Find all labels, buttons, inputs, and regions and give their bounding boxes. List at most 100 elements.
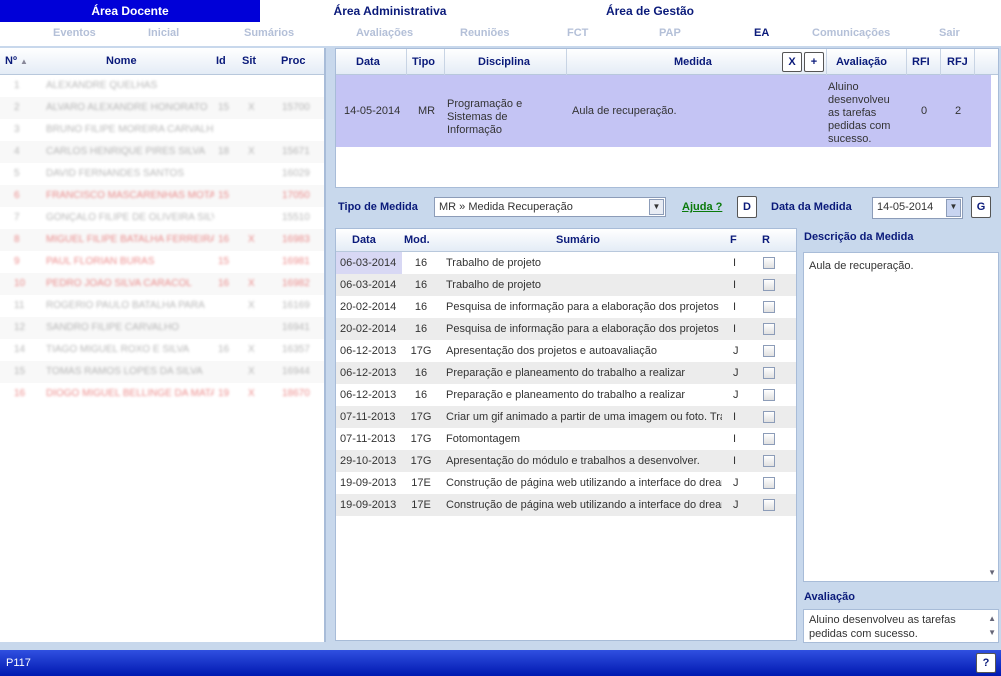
nav-eventos[interactable]: Eventos [53,27,96,39]
student-proc: 17050 [282,190,310,201]
col-avaliacao-header: Avaliação [836,56,887,68]
student-row[interactable]: 9 PAUL FLORIAN BURAS 15 16981 [0,251,324,273]
summary-row[interactable]: 06-12-2013 16 Preparação e planeamento do … [336,384,796,406]
student-row[interactable]: 1 ALEXANDRE QUELHAS [0,75,324,97]
student-sit: X [248,146,255,157]
student-row[interactable]: 4 CARLOS HENRIQUE PIRES SILVA 18 X 15671 [0,141,324,163]
add-measure-button[interactable]: + [804,52,824,72]
summary-row[interactable]: 20-02-2014 16 Pesquisa de informação para … [336,296,796,318]
summary-sumario: Apresentação dos projetos e autoavaliaçã… [446,345,657,357]
nav-sumarios[interactable]: Sumários [244,27,294,39]
calendar-dropdown-icon[interactable]: ▼ [946,199,961,217]
student-row[interactable]: 8 MIGUEL FILIPE BATALHA FERREIRA 16 X 16983 [0,229,324,251]
summary-r-checkbox[interactable] [763,279,775,291]
student-name: ROGÉRIO PAULO BATALHA PARA [46,300,205,311]
remove-measure-button[interactable]: X [782,52,802,72]
student-name: SANDRO FILIPE CARVALHO [46,322,179,333]
summary-data: 19-09-2013 [340,499,397,511]
student-row[interactable]: 15 TOMÁS RAMOS LOPES DA SILVA X 16944 [0,361,324,383]
student-row[interactable]: 16 DIOGO MIGUEL BELLINGE DA MATA 19 X 18670 [0,383,324,405]
evaluation-textarea[interactable]: Aluino desenvolveu as tarefas pedidas co… [803,609,999,643]
main-nav: Eventos Inicial Sumários Avaliações Reun… [0,22,1001,46]
summary-r-checkbox[interactable] [763,411,775,423]
student-num: 11 [14,300,25,311]
summary-row[interactable]: 20-02-2014 16 Pesquisa de informação para … [336,318,796,340]
summary-row[interactable]: 19-09-2013 17E Construção de página web ut… [336,494,796,516]
summary-r-checkbox[interactable] [763,477,775,489]
nav-ea[interactable]: EA [754,27,769,39]
summary-r-checkbox[interactable] [763,389,775,401]
summary-r-checkbox[interactable] [763,257,775,269]
student-num: 3 [14,124,20,135]
nav-avaliacoes[interactable]: Avaliações [356,27,413,39]
student-row[interactable]: 11 ROGÉRIO PAULO BATALHA PARA X 16169 [0,295,324,317]
measure-type-select[interactable]: MR » Medida Recuperação ▼ [434,197,666,217]
measure-date-picker[interactable]: 14-05-2014 ▼ [872,197,963,219]
measure-row[interactable]: 14-05-2014 MR Programação e Sistemas de … [336,75,991,147]
student-row[interactable]: 5 DAVID FERNANDES SANTOS 16029 [0,163,324,185]
nav-fct[interactable]: FCT [567,27,588,39]
student-num: 8 [14,234,20,245]
summary-row[interactable]: 06-03-2014 16 Trabalho de projeto I [336,252,796,274]
student-row[interactable]: 2 ÁLVARO ALEXANDRE HONORATO 15 X 15700 [0,97,324,119]
summary-r-checkbox[interactable] [763,323,775,335]
chevron-down-icon[interactable]: ▼ [649,199,664,215]
student-row[interactable]: 14 TIAGO MIGUEL ROXO E SILVA 16 X 16357 [0,339,324,361]
description-textarea[interactable]: Aula de recuperação. ▼ [803,252,999,582]
summary-row[interactable]: 07-11-2013 17G Criar um gif animado a part… [336,406,796,428]
help-button[interactable]: ? [976,653,996,673]
col-sit-header[interactable]: Sit [242,55,256,67]
student-num: 16 [14,388,26,399]
student-sit: X [248,388,255,399]
summary-row[interactable]: 29-10-2013 17G Apresentação do módulo e tr… [336,450,796,472]
d-button[interactable]: D [737,196,757,218]
nav-comunicacoes[interactable]: Comunicações [812,27,890,39]
student-proc: 15510 [282,212,310,223]
scroll-up-icon[interactable]: ▲ [988,612,996,626]
summary-mod: 17G [410,433,432,445]
summary-f: I [733,257,737,269]
help-link[interactable]: Ajuda ? [682,201,722,213]
area-tab-gestao[interactable]: Área de Gestão [520,0,780,22]
nav-sair[interactable]: Sair [939,27,960,39]
summary-row[interactable]: 06-12-2013 17G Apresentação dos projetos e… [336,340,796,362]
col-s-f-header: F [730,234,737,246]
summary-row[interactable]: 19-09-2013 17E Construção de página web ut… [336,472,796,494]
summary-row[interactable]: 06-03-2014 16 Trabalho de projeto I [336,274,796,296]
nav-reunioes[interactable]: Reuniões [460,27,510,39]
summary-r-checkbox[interactable] [763,345,775,357]
student-row[interactable]: 10 PEDRO JOÃO SILVA CARACOL 16 X 16982 [0,273,324,295]
student-num: 12 [14,322,26,333]
summary-row[interactable]: 07-11-2013 17G Fotomontagem I [336,428,796,450]
scroll-down-icon[interactable]: ▼ [988,568,996,577]
summary-r-checkbox[interactable] [763,367,775,379]
student-row[interactable]: 7 GONÇALO FILIPE DE OLIVEIRA SILVA 15510 [0,207,324,229]
summary-f: I [733,323,737,335]
col-num-header[interactable]: Nº ▲ [5,55,28,67]
col-name-header[interactable]: Nome [106,55,137,67]
summary-r-checkbox[interactable] [763,499,775,511]
area-tab-administrativa[interactable]: Área Administrativa [260,0,520,22]
summary-r-checkbox[interactable] [763,455,775,467]
summary-data: 06-03-2014 [336,252,402,274]
g-button[interactable]: G [971,196,991,218]
summaries-list: 06-03-2014 16 Trabalho de projeto I 06-03-20… [336,252,796,516]
summary-sumario: Fotomontagem [446,433,520,445]
col-proc-header[interactable]: Proc [281,55,305,67]
summary-r-checkbox[interactable] [763,301,775,313]
student-sit: X [248,234,255,245]
summary-row[interactable]: 06-12-2013 16 Preparação e planeamento do … [336,362,796,384]
student-row[interactable]: 3 BRUNO FILIPE MOREIRA CARVALHO [0,119,324,141]
student-row[interactable]: 12 SANDRO FILIPE CARVALHO 16941 [0,317,324,339]
area-tabs: Área Docente Área Administrativa Área de… [0,0,1001,22]
area-tab-docente[interactable]: Área Docente [0,0,260,22]
summary-mod: 16 [414,301,428,313]
nav-pap[interactable]: PAP [659,27,681,39]
nav-inicial[interactable]: Inicial [148,27,179,39]
student-row[interactable]: 6 FRANCISCO MASCARENHAS MOTA 15 17050 [0,185,324,207]
scroll-down-icon[interactable]: ▼ [988,626,996,640]
col-id-header[interactable]: Id [216,55,226,67]
summary-r-checkbox[interactable] [763,433,775,445]
student-num: 6 [14,190,20,201]
student-name: ALEXANDRE QUELHAS [46,80,158,91]
